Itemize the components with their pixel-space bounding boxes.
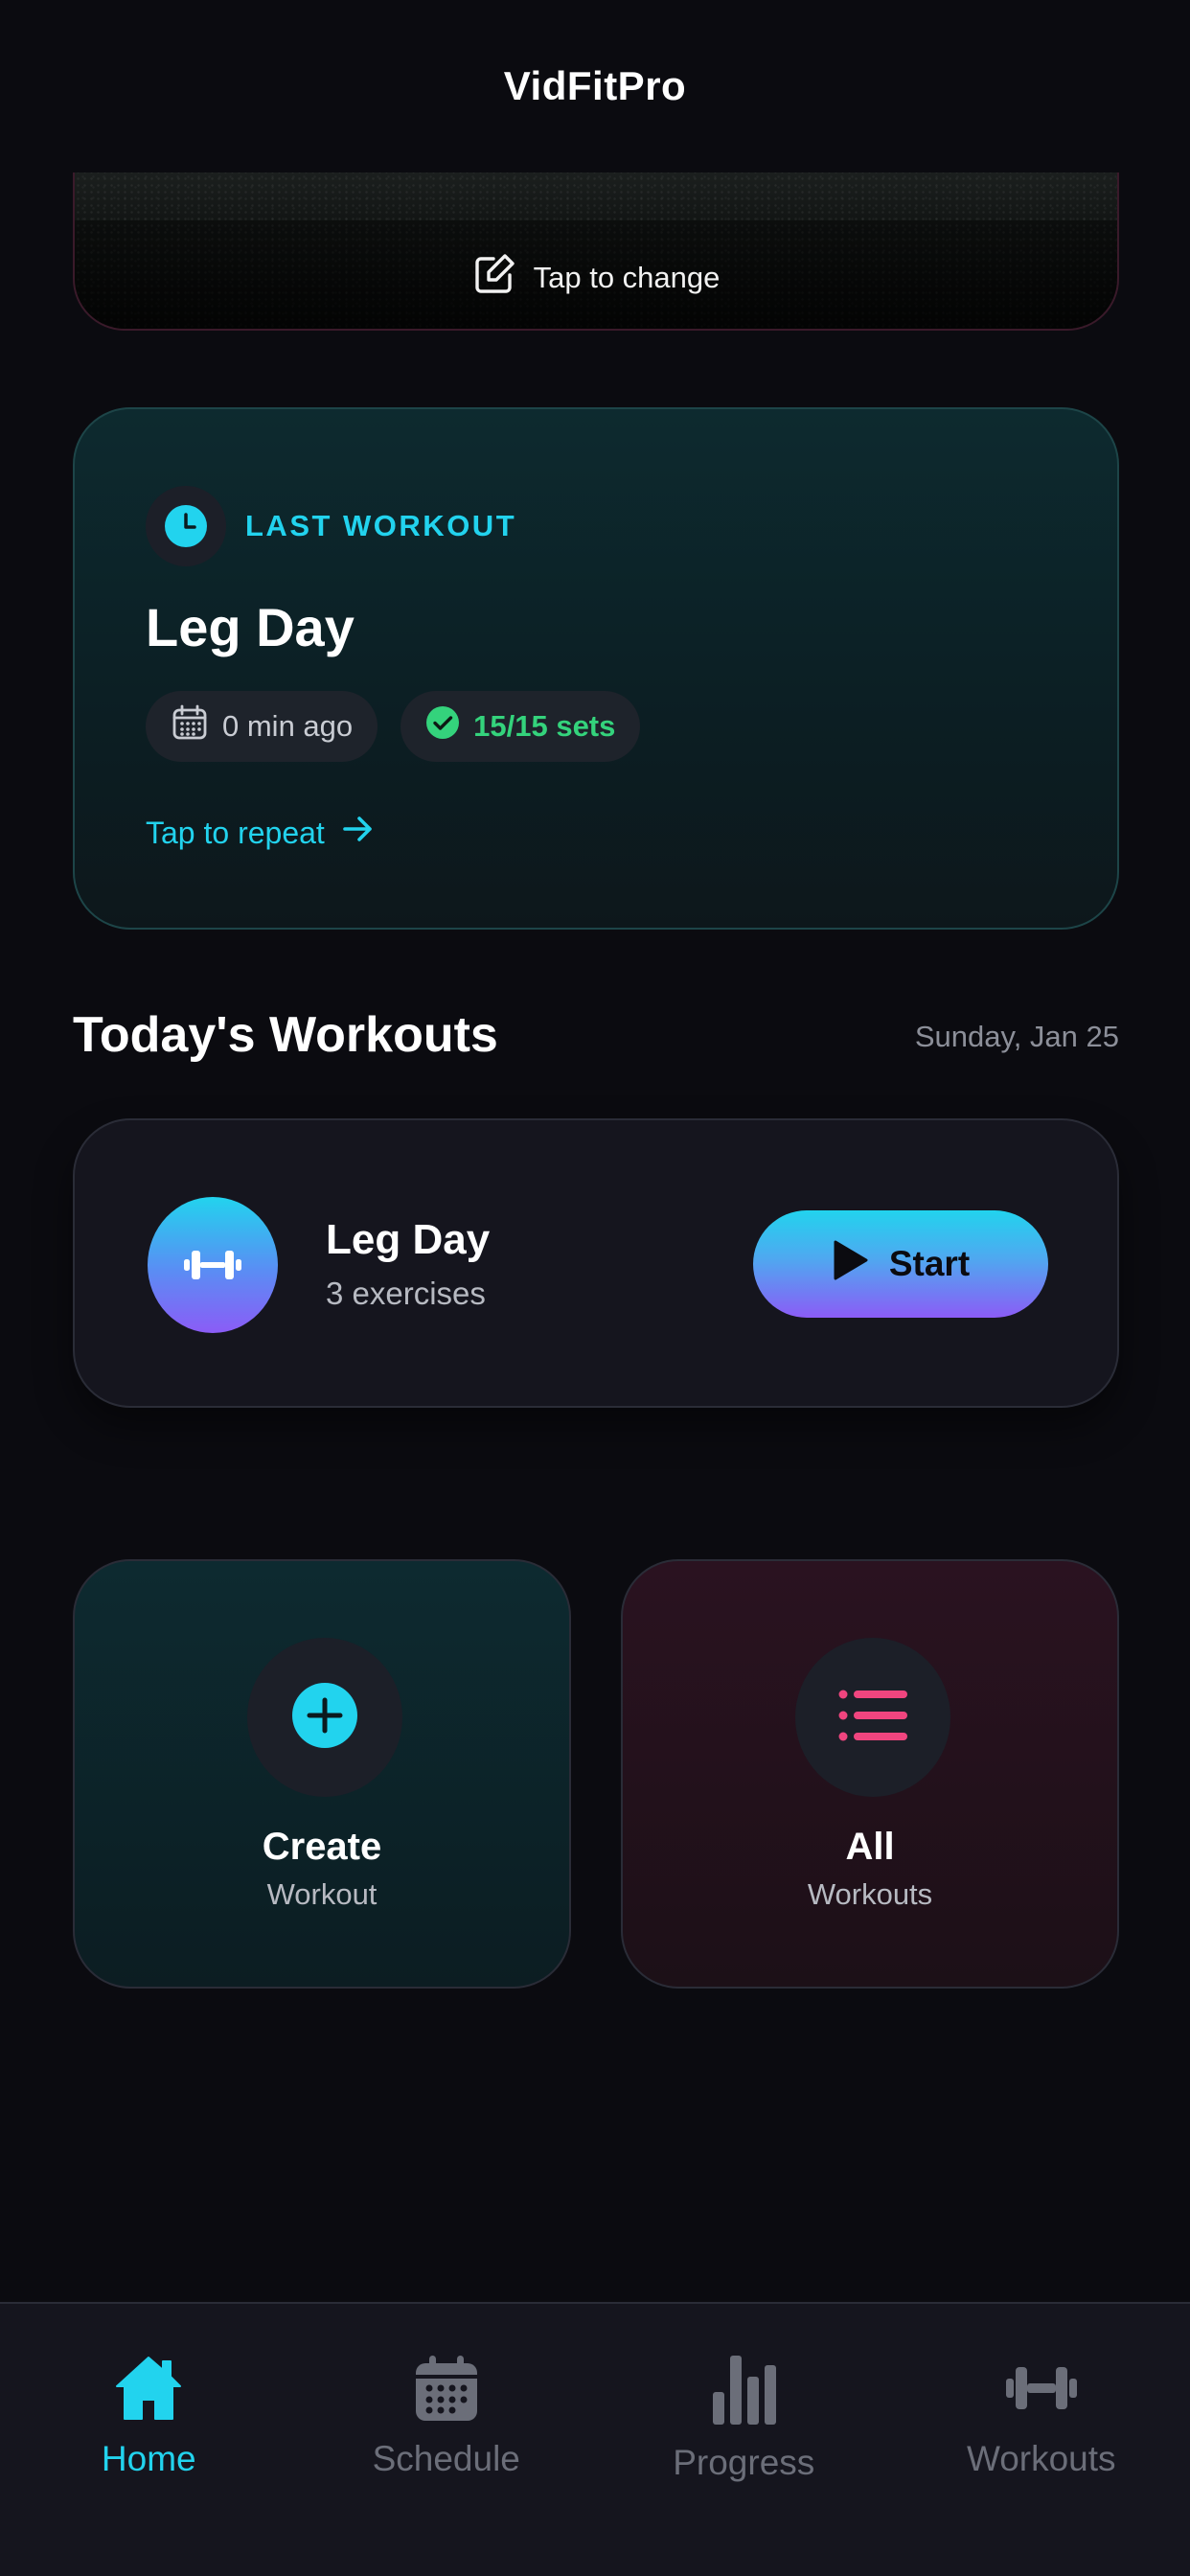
last-workout-label: LAST WORKOUT bbox=[245, 509, 517, 542]
start-label: Start bbox=[888, 1244, 971, 1283]
todays-date: Sunday, Jan 25 bbox=[914, 1020, 1119, 1053]
clock-icon bbox=[146, 486, 226, 566]
home-icon bbox=[113, 2354, 184, 2427]
tab-home-label: Home bbox=[101, 2439, 196, 2478]
dumbbell-icon bbox=[1005, 2354, 1078, 2427]
last-workout-card[interactable]: LAST WORKOUT Leg Day 0 min ago 15/15 set… bbox=[73, 407, 1119, 930]
change-image-label: Tap to change bbox=[533, 261, 721, 294]
repeat-label: Tap to repeat bbox=[146, 815, 325, 850]
start-workout-button[interactable]: Start bbox=[753, 1210, 1048, 1318]
all-workouts-tile[interactable]: All Workouts bbox=[621, 1559, 1119, 1989]
tab-schedule-label: Schedule bbox=[372, 2439, 520, 2478]
time-ago-badge: 0 min ago bbox=[146, 691, 378, 762]
create-tile-title: Create bbox=[262, 1826, 382, 1868]
tab-schedule[interactable]: Schedule bbox=[298, 2304, 596, 2576]
tab-workouts[interactable]: Workouts bbox=[893, 2304, 1190, 2576]
edit-icon bbox=[472, 252, 516, 304]
change-image-button[interactable]: Tap to change bbox=[75, 249, 1117, 307]
all-tile-subtitle: Workouts bbox=[807, 1877, 933, 1911]
tab-home[interactable]: Home bbox=[0, 2304, 298, 2576]
arrow-right-icon bbox=[340, 812, 375, 854]
tab-workouts-label: Workouts bbox=[966, 2439, 1116, 2478]
last-workout-title: Leg Day bbox=[146, 597, 355, 657]
tab-progress[interactable]: Progress bbox=[595, 2304, 893, 2576]
bar-chart-icon bbox=[709, 2354, 778, 2431]
all-tile-title: All bbox=[845, 1826, 895, 1868]
app-header: VidFitPro bbox=[0, 0, 1190, 172]
play-icon bbox=[832, 1239, 868, 1290]
today-workout-exercises: 3 exercises bbox=[326, 1276, 486, 1311]
list-icon bbox=[838, 1689, 907, 1747]
today-workout-name: Leg Day bbox=[326, 1216, 491, 1263]
check-circle-icon bbox=[425, 705, 460, 748]
create-tile-subtitle: Workout bbox=[266, 1877, 378, 1911]
bottom-tab-bar: Home Schedule Progress Workouts bbox=[0, 2302, 1190, 2576]
calendar-icon bbox=[171, 703, 209, 749]
dumbbell-icon bbox=[148, 1197, 278, 1333]
app-title: VidFitPro bbox=[503, 63, 687, 108]
tab-progress-label: Progress bbox=[673, 2443, 815, 2482]
today-workout-card[interactable]: Leg Day 3 exercises Start bbox=[73, 1118, 1119, 1408]
repeat-workout-link[interactable]: Tap to repeat bbox=[146, 812, 375, 854]
plus-circle-icon bbox=[291, 1682, 358, 1754]
create-workout-tile[interactable]: Create Workout bbox=[73, 1559, 571, 1989]
todays-workouts-title: Today's Workouts bbox=[73, 1007, 498, 1063]
sets-text: 15/15 sets bbox=[473, 709, 616, 743]
time-ago-text: 0 min ago bbox=[222, 709, 354, 743]
calendar-icon bbox=[412, 2354, 481, 2427]
sets-badge: 15/15 sets bbox=[400, 691, 641, 762]
